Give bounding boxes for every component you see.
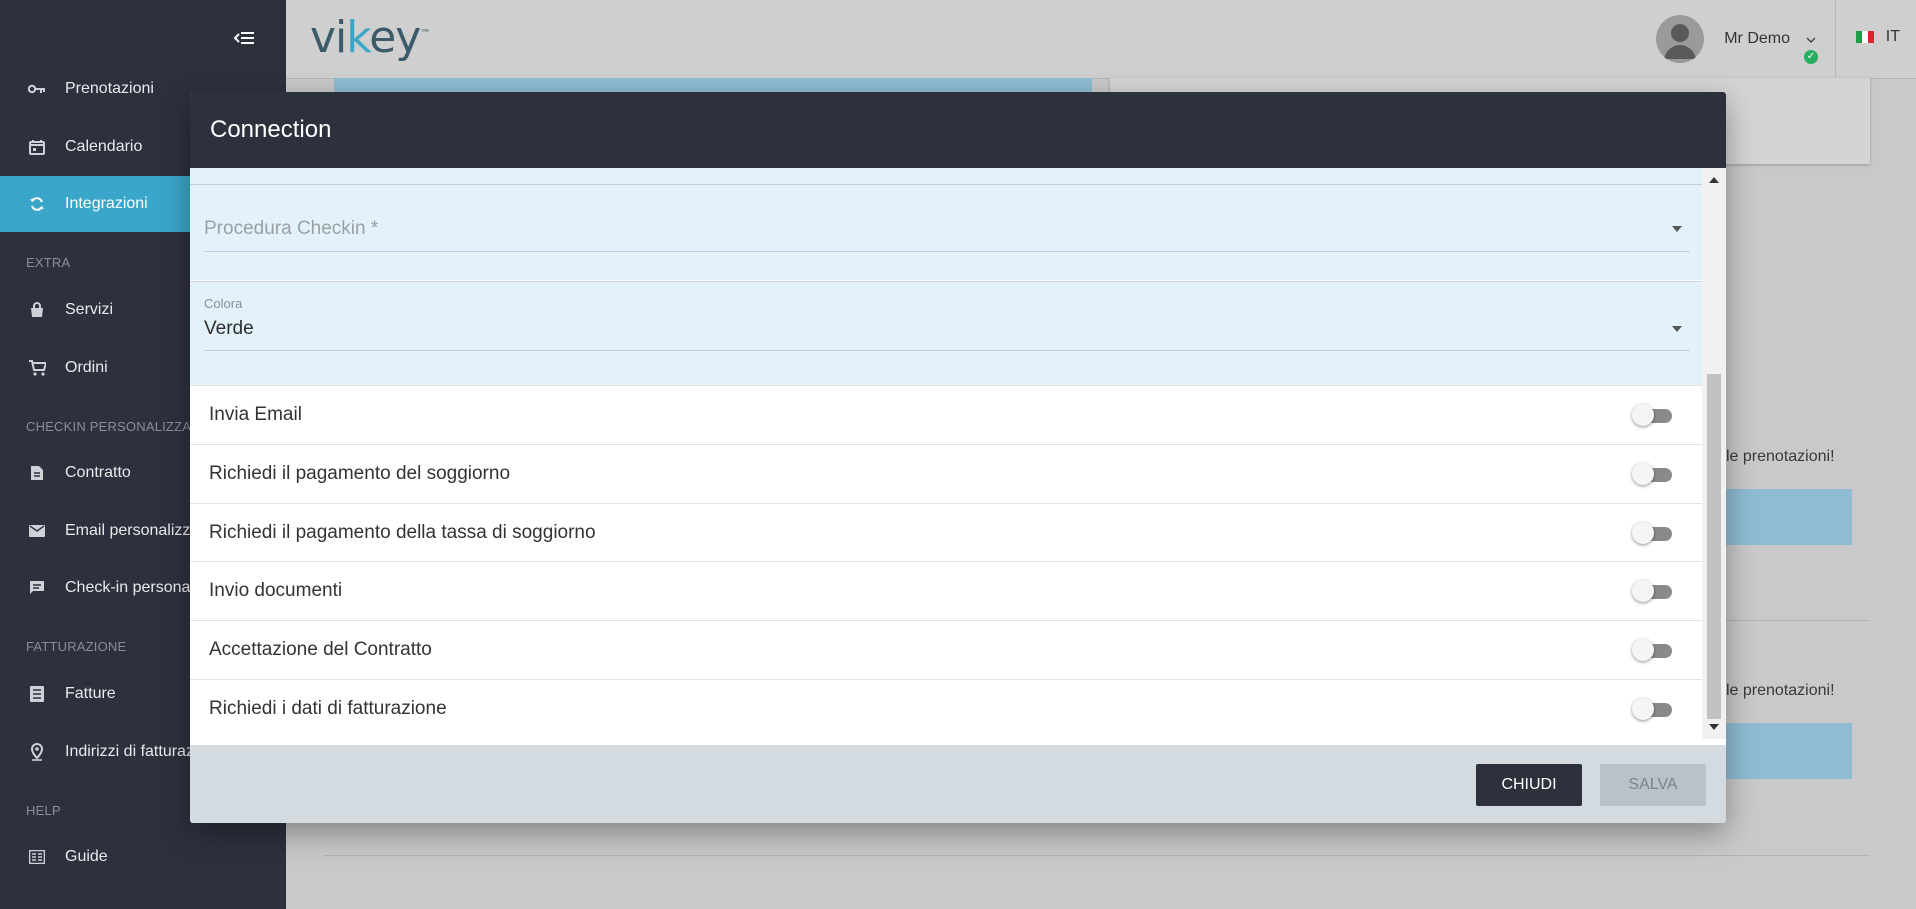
sidebar-item-label: Email personalizza (65, 522, 200, 539)
top-header: vikey™ Mr Demo ✓ IT (286, 0, 1916, 79)
dati-fatturazione-toggle[interactable] (1632, 697, 1674, 721)
toggle-label: Richiedi il pagamento della tassa di sog… (209, 522, 596, 543)
bag-icon (27, 300, 47, 320)
scroll-down-arrow-icon[interactable] (1709, 724, 1719, 730)
sidebar-section-help: HELP (26, 803, 61, 818)
save-button[interactable]: SALVA (1600, 764, 1706, 806)
scrollbar-thumb[interactable] (1707, 374, 1721, 719)
toggle-label: Richiedi i dati di fatturazione (209, 698, 447, 719)
list-icon (27, 684, 47, 704)
sidebar-section-checkin: CHECKIN PERSONALIZZA (26, 419, 192, 434)
chevron-down-icon (1806, 30, 1816, 48)
dropdown-arrow-icon (1672, 226, 1682, 232)
language-selector[interactable]: IT (1855, 28, 1900, 46)
color-field-block: Colora Verde (190, 281, 1702, 388)
sidebar-item-label: Ordini (65, 359, 108, 376)
calendar-icon (27, 137, 47, 157)
divider (1835, 0, 1836, 78)
location-icon (27, 742, 47, 762)
italy-flag-icon (1855, 31, 1874, 43)
accettazione-contratto-toggle[interactable] (1632, 638, 1674, 662)
sidebar-item-label: Indirizzi di fatturaz (65, 743, 194, 760)
document-icon (27, 463, 47, 483)
app-logo[interactable]: vikey™ (310, 12, 430, 63)
checkin-field-block: Procedura Checkin * (190, 168, 1702, 280)
toggle-label: Accettazione del Contratto (209, 639, 432, 660)
invia-email-toggle[interactable] (1632, 403, 1674, 427)
sidebar-item-label: Fatture (65, 685, 116, 702)
dialog-body: Procedura Checkin * Colora Verde Invia E… (190, 168, 1702, 739)
dialog-scrollbar[interactable] (1702, 168, 1726, 739)
sidebar-item-label: Contratto (65, 464, 131, 481)
sidebar-item-label: Calendario (65, 138, 143, 155)
toggle-row-invio-documenti: Invio documenti (190, 561, 1702, 620)
chat-icon (27, 578, 47, 598)
color-select-value: Verde (204, 318, 254, 339)
dropdown-arrow-icon (1672, 326, 1682, 332)
toggle-label: Invio documenti (209, 580, 343, 601)
guide-icon (27, 847, 47, 867)
dialog-title: Connection (210, 116, 332, 143)
toggle-row-accettazione-contratto: Accettazione del Contratto (190, 620, 1702, 679)
divider (190, 184, 1702, 185)
language-label: IT (1885, 28, 1900, 45)
close-button[interactable]: CHIUDI (1476, 764, 1582, 806)
color-select-label: Colora (204, 296, 243, 311)
toggle-row-invia-email: Invia Email (190, 385, 1702, 444)
sidebar-item-label: Guide (65, 848, 108, 865)
user-menu[interactable]: Mr Demo (1656, 14, 1816, 64)
toggle-row-tassa-soggiorno: Richiedi il pagamento della tassa di sog… (190, 503, 1702, 562)
tassa-soggiorno-toggle[interactable] (1632, 521, 1674, 545)
sidebar-section-extra: EXTRA (26, 255, 71, 270)
background-text: le prenotazioni! (1726, 682, 1835, 699)
avatar (1656, 15, 1705, 63)
sync-icon (27, 194, 47, 214)
dialog-footer: CHIUDI SALVA (190, 745, 1726, 823)
background-button (1726, 489, 1852, 545)
checkin-procedure-select[interactable]: Procedura Checkin * (204, 208, 1690, 252)
divider (324, 855, 1870, 856)
dialog-header: Connection (190, 92, 1726, 168)
background-text: le prenotazioni! (1726, 448, 1835, 465)
toggle-label: Richiedi il pagamento del soggiorno (209, 463, 511, 484)
sidebar-item-label: Servizi (65, 301, 114, 318)
toggle-row-dati-fatturazione: Richiedi i dati di fatturazione (190, 679, 1702, 738)
collapse-menu-icon[interactable] (232, 26, 256, 50)
sidebar-section-billing: FATTURAZIONE (26, 639, 127, 654)
sidebar-item-label: Check-in personal (65, 579, 194, 596)
toggle-row-pagamento-soggiorno: Richiedi il pagamento del soggiorno (190, 444, 1702, 503)
sidebar-item-label: Prenotazioni (65, 80, 154, 97)
pagamento-soggiorno-toggle[interactable] (1632, 462, 1674, 486)
cart-icon (27, 358, 47, 378)
mail-icon (27, 521, 47, 541)
color-select[interactable]: Colora Verde (204, 292, 1690, 351)
sidebar-item-label: Integrazioni (65, 195, 148, 212)
invio-documenti-toggle[interactable] (1632, 579, 1674, 603)
toggle-label: Invia Email (209, 404, 302, 425)
checkin-procedure-placeholder: Procedura Checkin * (204, 218, 379, 239)
scroll-up-arrow-icon[interactable] (1709, 177, 1719, 183)
sidebar-item-guide[interactable]: Guide (0, 829, 286, 885)
online-status-icon: ✓ (1802, 48, 1820, 66)
connection-dialog: Connection Procedura Checkin * Colora Ve… (190, 92, 1726, 823)
key-icon (27, 79, 47, 99)
user-name: Mr Demo (1724, 30, 1790, 47)
background-button (1726, 723, 1852, 779)
